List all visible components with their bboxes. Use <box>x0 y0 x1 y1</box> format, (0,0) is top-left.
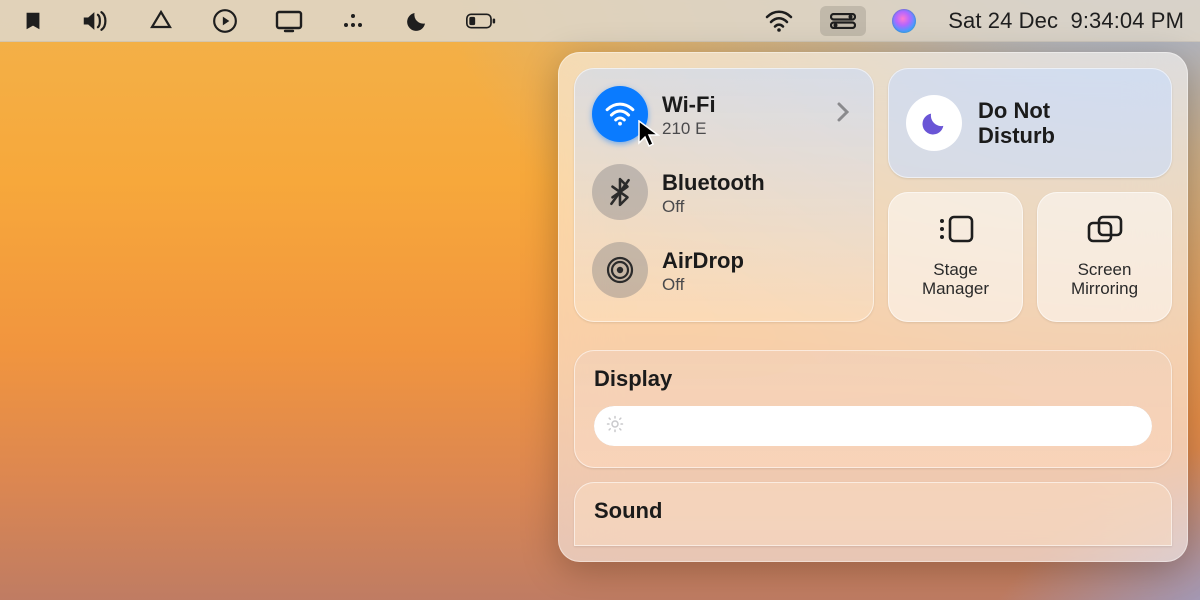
wifi-toggle[interactable]: Wi-Fi 210 E <box>586 78 862 150</box>
menubar-datetime[interactable]: Sat 24 Dec 9:34:04 PM <box>942 8 1194 34</box>
airdrop-icon <box>592 242 648 298</box>
sun-icon <box>606 415 624 438</box>
wifi-icon <box>592 86 648 142</box>
bluetooth-off-icon <box>592 164 648 220</box>
desktop-icon[interactable] <box>274 6 304 36</box>
control-center-panel: Wi-Fi 210 E Bluetooth Off <box>558 52 1188 562</box>
chevron-right-icon[interactable] <box>836 102 856 127</box>
airdrop-title: AirDrop <box>662 248 744 274</box>
drive-icon[interactable] <box>146 6 176 36</box>
stage-manager-button[interactable]: Stage Manager <box>888 192 1023 322</box>
screen-mirroring-button[interactable]: Screen Mirroring <box>1037 192 1172 322</box>
screen-mirroring-icon <box>1085 213 1125 250</box>
volume-icon[interactable] <box>82 6 112 36</box>
airdrop-subtitle: Off <box>662 276 744 293</box>
bluetooth-toggle[interactable]: Bluetooth Off <box>586 156 862 228</box>
dots-icon[interactable] <box>338 6 368 36</box>
control-center-icon[interactable] <box>820 6 866 36</box>
brightness-slider[interactable] <box>594 406 1152 446</box>
siri-icon[interactable] <box>892 9 916 33</box>
stage-manager-icon <box>936 213 976 250</box>
display-title: Display <box>594 366 1152 392</box>
sound-title: Sound <box>594 498 1152 524</box>
wifi-menubar-icon[interactable] <box>764 6 794 36</box>
stage-manager-label: Stage Manager <box>922 260 989 299</box>
play-icon[interactable] <box>210 6 240 36</box>
dnd-label: Do Not Disturb <box>978 98 1055 149</box>
wifi-subtitle: 210 E <box>662 120 716 137</box>
bookmark-icon[interactable] <box>18 6 48 36</box>
display-card: Display <box>574 350 1172 468</box>
sound-card: Sound <box>574 482 1172 546</box>
moon-icon <box>906 95 962 151</box>
connectivity-card: Wi-Fi 210 E Bluetooth Off <box>574 68 874 322</box>
screen-mirroring-label: Screen Mirroring <box>1071 260 1138 299</box>
bluetooth-subtitle: Off <box>662 198 765 215</box>
do-not-disturb-toggle[interactable]: Do Not Disturb <box>888 68 1172 178</box>
moon-icon[interactable] <box>402 6 432 36</box>
menu-bar: Sat 24 Dec 9:34:04 PM <box>0 0 1200 42</box>
airdrop-toggle[interactable]: AirDrop Off <box>586 234 862 306</box>
battery-icon[interactable] <box>466 6 496 36</box>
wifi-title: Wi-Fi <box>662 92 716 118</box>
bluetooth-title: Bluetooth <box>662 170 765 196</box>
